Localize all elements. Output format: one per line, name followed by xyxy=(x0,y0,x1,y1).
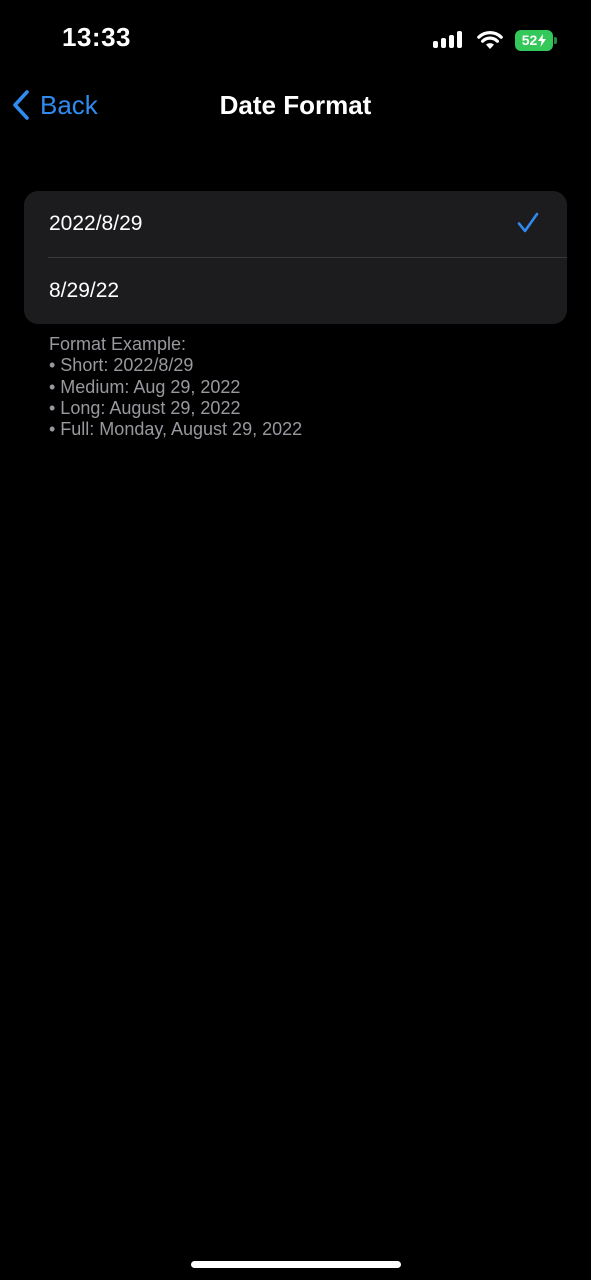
format-option-label: 8/29/22 xyxy=(49,278,120,302)
battery-icon: 52 xyxy=(515,29,557,51)
chevron-left-icon xyxy=(13,90,29,120)
footer-example-full: • Full: Monday, August 29, 2022 xyxy=(49,419,303,440)
home-indicator[interactable] xyxy=(191,1261,401,1268)
nav-bar: Back Date Format xyxy=(0,80,591,130)
battery-level: 52 xyxy=(521,31,538,48)
footer-example-long: • Long: August 29, 2022 xyxy=(49,397,241,418)
footer-example-medium: • Medium: Aug 29, 2022 xyxy=(49,376,241,397)
back-button[interactable]: Back xyxy=(12,88,98,122)
format-option-year-first[interactable]: 2022/8/29 xyxy=(24,191,567,257)
date-format-list: 2022/8/29 8/29/22 xyxy=(24,191,567,324)
charging-bolt-icon xyxy=(538,33,547,47)
format-option-label: 2022/8/29 xyxy=(49,212,143,235)
footer-heading: Format Example: xyxy=(49,334,187,354)
status-time: 13:33 xyxy=(62,22,131,52)
format-example-footer: Format Example: • Short: 2022/8/29 • Med… xyxy=(49,334,549,440)
back-label: Back xyxy=(40,89,98,120)
row-divider xyxy=(48,257,567,258)
checkmark-icon xyxy=(517,212,539,233)
wifi-icon xyxy=(477,31,503,49)
battery-cap xyxy=(554,36,557,44)
footer-example-short: • Short: 2022/8/29 xyxy=(49,355,194,376)
status-bar: 13:33 52 xyxy=(0,0,591,80)
status-icons: 52 xyxy=(433,27,557,53)
format-option-month-first[interactable]: 8/29/22 xyxy=(24,257,567,324)
signal-icon xyxy=(433,31,462,48)
